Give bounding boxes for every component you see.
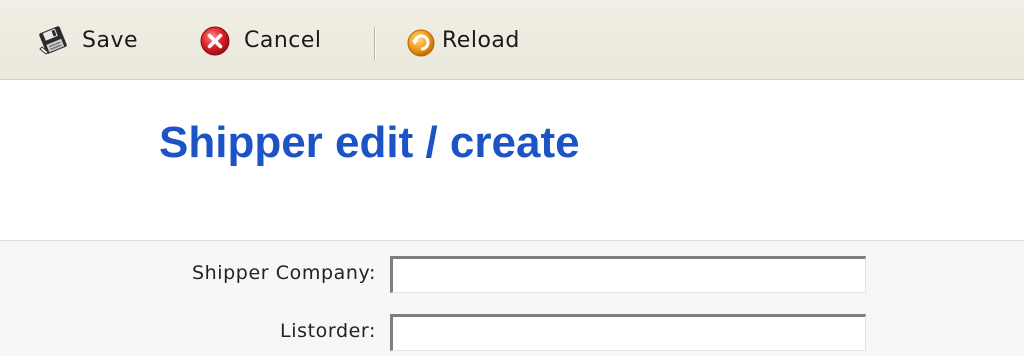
save-button[interactable]: Save <box>36 20 138 60</box>
reload-button[interactable]: Reload <box>404 20 520 60</box>
cancel-label: Cancel <box>244 27 322 53</box>
shipper-company-label: Shipper Company: <box>191 262 376 284</box>
reload-label: Reload <box>442 27 520 53</box>
toolbar: Save Cancel Reload <box>0 0 1024 80</box>
page-title: Shipper edit / create <box>159 118 580 167</box>
form-row-shipper-company: Shipper Company: <box>0 256 1024 296</box>
reload-icon <box>404 23 438 57</box>
floppy-disk-icon <box>36 23 70 57</box>
shipper-company-input[interactable] <box>390 256 866 293</box>
toolbar-separator <box>374 27 376 60</box>
form-row-listorder: Listorder: <box>0 314 1024 354</box>
edit-form: Shipper Company: Listorder: <box>0 240 1024 356</box>
save-label: Save <box>82 27 139 53</box>
cancel-button[interactable]: Cancel <box>198 20 322 60</box>
listorder-input[interactable] <box>390 314 866 351</box>
listorder-label: Listorder: <box>280 320 376 342</box>
cancel-icon <box>198 23 232 57</box>
